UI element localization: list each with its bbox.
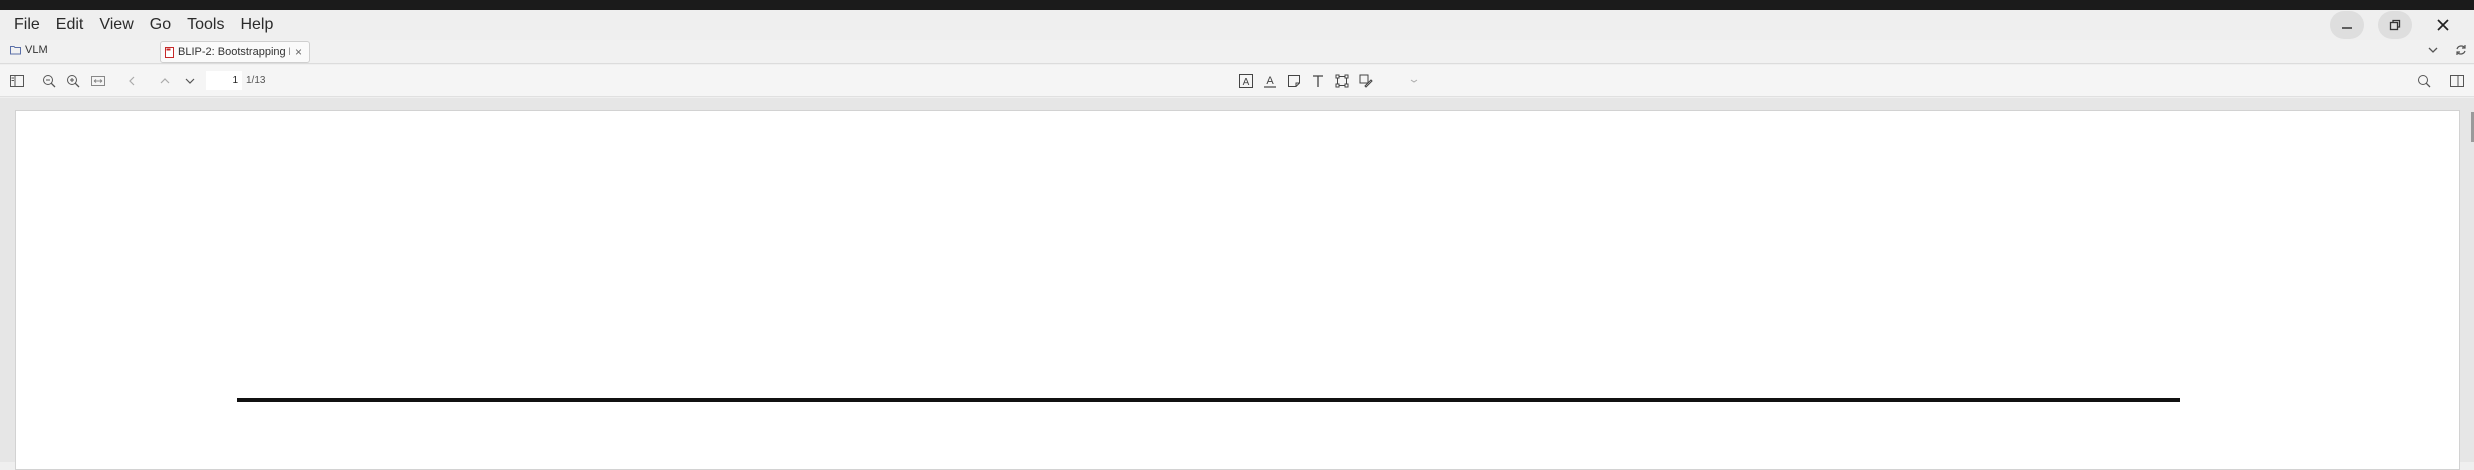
horizontal-rule — [237, 398, 2180, 402]
minimize-button[interactable] — [2330, 11, 2364, 39]
svg-text:A: A — [1243, 77, 1250, 88]
close-tab-icon[interactable]: × — [295, 45, 302, 59]
library-tab[interactable]: VLM — [10, 44, 48, 56]
back-icon[interactable] — [123, 73, 141, 89]
document-tab[interactable]: BLIP-2: Bootstrapping La × — [160, 41, 310, 63]
document-tab-title: BLIP-2: Bootstrapping La — [178, 46, 290, 58]
tab-bar: VLM BLIP-2: Bootstrapping La × — [0, 40, 2474, 64]
sync-icon[interactable] — [2454, 43, 2468, 57]
context-pane-icon[interactable] — [2448, 73, 2466, 89]
menu-file[interactable]: File — [10, 12, 44, 38]
reader-toolbar: 1/13 A A — [0, 65, 2474, 97]
restore-button[interactable] — [2378, 11, 2412, 39]
next-page-icon[interactable] — [181, 73, 199, 89]
zoom-in-icon[interactable] — [64, 73, 82, 89]
menu-tools[interactable]: Tools — [183, 12, 228, 38]
minimize-icon — [2342, 27, 2352, 29]
title-bar — [0, 0, 2474, 10]
select-area-icon[interactable] — [1333, 73, 1351, 89]
document-viewer[interactable] — [0, 98, 2474, 470]
restore-icon — [2389, 19, 2401, 31]
page-total: 1/13 — [246, 75, 266, 86]
menu-go[interactable]: Go — [146, 12, 175, 38]
search-icon[interactable] — [2415, 73, 2433, 89]
add-note-icon[interactable] — [1285, 73, 1303, 89]
svg-text:A: A — [1266, 75, 1274, 87]
menu-help[interactable]: Help — [236, 12, 277, 38]
window-controls — [2330, 10, 2474, 40]
underline-text-icon[interactable]: A — [1261, 73, 1279, 89]
draw-icon[interactable] — [1357, 73, 1375, 89]
highlight-text-icon[interactable]: A — [1237, 73, 1255, 89]
menu-bar: File Edit View Go Tools Help — [0, 10, 2474, 40]
folder-icon — [10, 46, 21, 55]
pdf-icon — [165, 46, 174, 58]
menu-edit[interactable]: Edit — [52, 12, 88, 38]
sidebar-toggle-icon[interactable] — [8, 73, 26, 89]
chevron-down-icon[interactable] — [2426, 43, 2440, 57]
fit-width-icon[interactable] — [89, 73, 107, 89]
close-icon — [2437, 19, 2449, 31]
zoom-out-icon[interactable] — [40, 73, 58, 89]
close-window-button[interactable] — [2426, 11, 2460, 39]
menu-view[interactable]: View — [95, 12, 137, 38]
previous-page-icon[interactable] — [156, 73, 174, 89]
library-tab-label: VLM — [25, 44, 48, 56]
tab-bar-right — [2426, 43, 2468, 57]
page-number-input[interactable] — [206, 71, 242, 90]
more-icon[interactable] — [1405, 73, 1423, 89]
pdf-page[interactable] — [15, 110, 2460, 470]
add-text-icon[interactable] — [1309, 73, 1327, 89]
